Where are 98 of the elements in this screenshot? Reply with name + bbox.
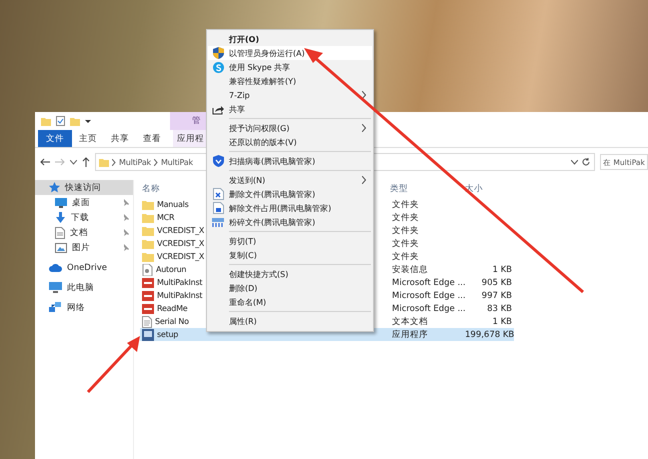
folder-icon xyxy=(142,238,154,248)
file-size: 997 KB xyxy=(480,290,513,300)
text-file-icon xyxy=(142,316,152,328)
nav-item[interactable]: 文档 xyxy=(35,225,133,240)
pdf-file-icon xyxy=(142,278,154,288)
file-icon xyxy=(212,202,224,214)
file-size: 199,678 KB xyxy=(465,330,514,340)
file-name[interactable]: Autorun xyxy=(156,265,186,274)
file-size: 1 KB xyxy=(491,264,513,274)
menu-item[interactable]: 发送到(N) xyxy=(208,173,372,187)
file-type: 应用程序 xyxy=(391,328,429,340)
file-type: 文本文档 xyxy=(391,316,429,328)
menu-item[interactable]: 粉碎文件(腾讯电脑管家) xyxy=(208,215,372,229)
file-name[interactable]: MultiPakInst xyxy=(157,291,202,300)
folder-icon xyxy=(142,200,154,210)
file-name[interactable]: VCREDIST_X xyxy=(157,226,204,235)
file-size: 1 KB xyxy=(491,316,513,326)
shield-icon xyxy=(212,155,224,167)
ribbon-tab[interactable]: 查看 xyxy=(136,130,168,147)
picture-icon xyxy=(55,242,67,252)
cloud-icon xyxy=(49,264,62,272)
file-type: Microsoft Edge ... xyxy=(391,304,465,314)
pdf-file-icon xyxy=(142,304,154,314)
menu-item[interactable]: 删除(D) xyxy=(208,281,372,295)
folder-icon xyxy=(41,116,51,126)
nav-item[interactable]: 此电脑 xyxy=(35,280,133,295)
chevron-icon xyxy=(154,158,158,166)
file-type: 文件夹 xyxy=(391,250,420,262)
file-name[interactable]: Serial No xyxy=(155,317,189,326)
file-menu-button[interactable]: 文件 xyxy=(38,130,72,147)
menu-item[interactable]: 重命名(M) xyxy=(208,295,372,309)
nav-item[interactable]: 图片 xyxy=(35,240,133,255)
menu-item[interactable]: 打开(O) xyxy=(208,32,372,46)
star-icon xyxy=(49,182,60,193)
menu-item[interactable]: 扫描病毒(腾讯电脑管家) xyxy=(208,154,372,168)
settings-file-icon xyxy=(142,264,153,276)
computer-icon xyxy=(49,282,62,293)
nav-item[interactable]: 快速访问 xyxy=(35,180,133,195)
desktop-icon xyxy=(55,198,67,208)
nav-item[interactable]: OneDrive xyxy=(35,260,133,275)
menu-item[interactable]: 剪切(T) xyxy=(208,234,372,248)
folder-icon xyxy=(142,226,154,236)
properties-icon xyxy=(56,116,65,126)
caret-icon xyxy=(85,118,91,124)
file-type: 文件夹 xyxy=(391,212,420,224)
menu-item[interactable]: 兼容性疑难解答(Y) xyxy=(208,74,372,88)
nav-item[interactable]: 下载 xyxy=(35,210,133,225)
download-icon xyxy=(55,212,66,223)
network-icon xyxy=(49,302,62,313)
file-name[interactable]: MCR xyxy=(157,213,174,222)
menu-item[interactable]: 使用 Skype 共享 xyxy=(208,60,372,74)
nav-item[interactable]: 网络 xyxy=(35,300,133,315)
up-icon xyxy=(82,157,90,167)
file-name[interactable]: VCREDIST_X xyxy=(157,239,204,248)
ribbon-tab[interactable]: 主页 xyxy=(72,130,104,147)
shredder-icon xyxy=(212,218,224,226)
file-type: 安装信息 xyxy=(391,264,429,276)
skype-icon xyxy=(212,62,224,72)
file-size: 83 KB xyxy=(486,304,513,314)
folder-icon xyxy=(99,158,109,166)
file-name[interactable]: MultiPakInst xyxy=(157,278,202,287)
path-segment[interactable]: MultiPak xyxy=(160,158,193,166)
menu-item[interactable]: 7-Zip xyxy=(208,88,372,102)
folder-icon xyxy=(142,212,154,222)
file-type: 文件夹 xyxy=(391,224,420,236)
file-type: 文件夹 xyxy=(391,198,420,210)
delete-file-icon xyxy=(212,188,224,200)
path-segment[interactable]: MultiPak xyxy=(119,158,151,166)
back-icon xyxy=(40,158,50,166)
nav-item[interactable]: 桌面 xyxy=(35,195,133,210)
arrow xyxy=(86,336,140,394)
caret-icon xyxy=(70,160,77,164)
file-type: Microsoft Edge ... xyxy=(391,290,465,300)
folder-icon xyxy=(70,116,80,126)
ribbon-tab[interactable]: 共享 xyxy=(104,130,136,147)
column-header[interactable]: 类型 xyxy=(390,183,465,195)
menu-item[interactable]: 复制(C) xyxy=(208,248,372,262)
menu-item[interactable]: 解除文件占用(腾讯电脑管家) xyxy=(208,201,372,215)
forward-icon xyxy=(55,158,65,166)
shield-icon xyxy=(212,47,224,59)
menu-item[interactable]: 删除文件(腾讯电脑管家) xyxy=(208,187,372,201)
menu-item[interactable]: 以管理员身份运行(A) xyxy=(208,46,372,60)
file-name[interactable]: setup xyxy=(157,330,178,339)
file-type: 文件夹 xyxy=(391,238,420,250)
menu-item[interactable]: 创建快捷方式(S) xyxy=(208,267,372,281)
menu-item[interactable]: 属性(R) xyxy=(208,314,372,328)
pdf-file-icon xyxy=(142,290,154,300)
file-name[interactable]: VCREDIST_X xyxy=(157,252,204,261)
caret-icon xyxy=(571,160,578,164)
share-icon xyxy=(212,104,224,114)
file-size: 905 KB xyxy=(480,278,513,288)
document-icon xyxy=(55,226,65,238)
file-type: Microsoft Edge ... xyxy=(391,278,465,288)
file-name[interactable]: Manuals xyxy=(157,200,188,209)
file-name[interactable]: ReadMe xyxy=(157,304,188,313)
chevron-icon xyxy=(112,158,116,166)
refresh-icon xyxy=(582,158,590,166)
folder-icon xyxy=(142,252,154,262)
